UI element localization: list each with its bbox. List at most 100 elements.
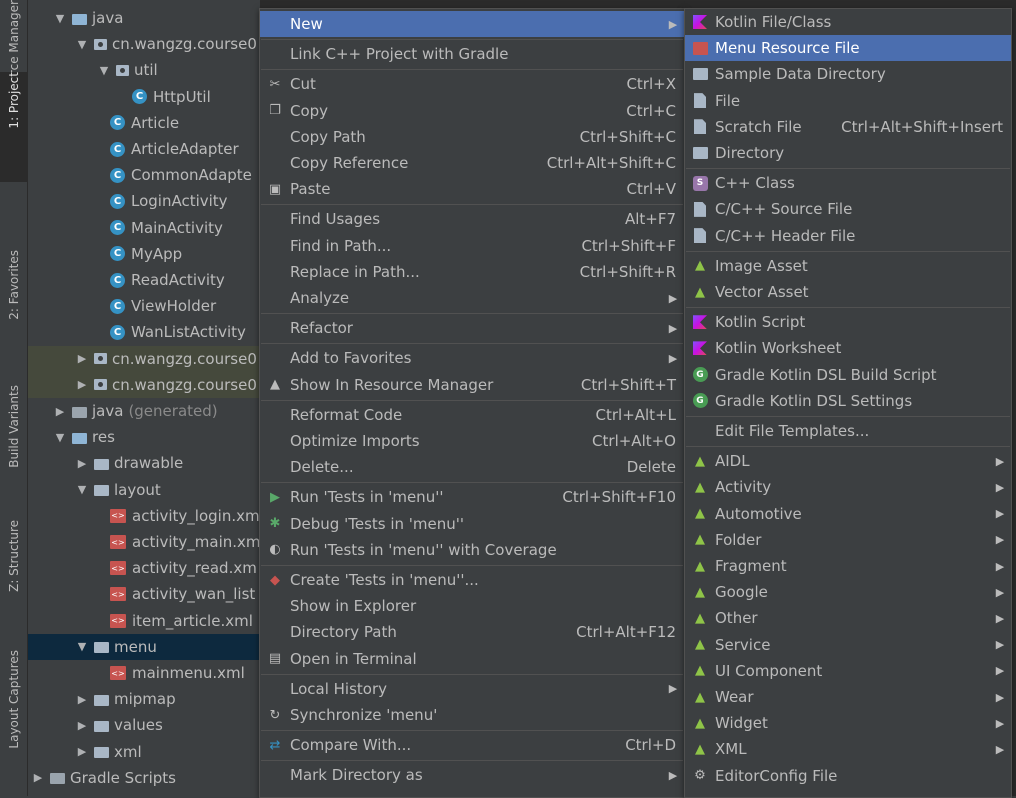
menu-item-widget[interactable]: ▲ Widget ▶ [685, 710, 1011, 736]
tree-row[interactable]: <> activity_wan_list [28, 581, 260, 607]
tool-tab-build-variants[interactable]: Build Variants [0, 385, 27, 495]
tool-tab-2-favorites[interactable]: 2: Favorites [0, 250, 27, 360]
menu-item-editorconfig-file[interactable]: ⚙ EditorConfig File [685, 763, 1011, 789]
expand-arrow-icon[interactable]: ▼ [76, 483, 88, 496]
tree-row[interactable]: ▼ util [28, 57, 260, 83]
menu-item-copy-reference[interactable]: Copy Reference Ctrl+Alt+Shift+C [260, 150, 684, 176]
tree-row[interactable]: ▼ menu [28, 633, 260, 660]
menu-item-sample-data-directory[interactable]: Sample Data Directory [685, 61, 1011, 87]
tree-row[interactable]: ▼ layout [28, 477, 260, 503]
menu-item-menu-resource-file[interactable]: Menu Resource File [685, 35, 1011, 62]
menu-item-automotive[interactable]: ▲ Automotive ▶ [685, 501, 1011, 527]
menu-item-edit-file-templates[interactable]: Edit File Templates... [685, 418, 1011, 444]
menu-item-image-asset[interactable]: ▲ Image Asset [685, 253, 1011, 279]
tree-row[interactable]: ▶ drawable [28, 450, 260, 476]
tree-row[interactable]: C ReadActivity [28, 267, 260, 293]
tree-row[interactable]: ▶ xml [28, 739, 260, 765]
tool-tab-1-project[interactable]: 1: Project [0, 72, 27, 182]
menu-item-local-history[interactable]: Local History ▶ [260, 676, 684, 702]
tree-row[interactable]: C CommonAdapte [28, 162, 260, 188]
menu-item-find-usages[interactable]: Find Usages Alt+F7 [260, 206, 684, 232]
expand-arrow-icon[interactable]: ▼ [54, 12, 66, 25]
menu-item-folder[interactable]: ▲ Folder ▶ [685, 527, 1011, 553]
menu-item-wear[interactable]: ▲ Wear ▶ [685, 684, 1011, 710]
menu-item-show-in-explorer[interactable]: Show in Explorer [260, 593, 684, 619]
menu-item-optimize-imports[interactable]: Optimize Imports Ctrl+Alt+O [260, 428, 684, 454]
menu-item-activity[interactable]: ▲ Activity ▶ [685, 474, 1011, 500]
tool-tab-z-structure[interactable]: Z: Structure [0, 520, 27, 630]
expand-arrow-icon[interactable]: ▼ [76, 640, 88, 653]
tree-row[interactable]: C MainActivity [28, 215, 260, 241]
tree-row[interactable]: ▶ cn.wangzg.course0 [28, 371, 260, 398]
expand-arrow-icon[interactable]: ▶ [76, 352, 88, 365]
menu-item-file[interactable]: File [685, 88, 1011, 114]
expand-arrow-icon[interactable]: ▼ [98, 64, 110, 77]
menu-item-delete[interactable]: Delete... Delete [260, 454, 684, 480]
tree-row[interactable]: <> mainmenu.xml [28, 660, 260, 686]
expand-arrow-icon[interactable]: ▼ [76, 38, 88, 51]
menu-item-google[interactable]: ▲ Google ▶ [685, 579, 1011, 605]
menu-item-debug-tests-in-menu[interactable]: ✱ Debug 'Tests in 'menu'' [260, 511, 684, 537]
expand-arrow-icon[interactable]: ▶ [76, 457, 88, 470]
expand-arrow-icon[interactable]: ▶ [76, 719, 88, 732]
menu-item-scratch-file[interactable]: Scratch File Ctrl+Alt+Shift+Insert [685, 114, 1011, 140]
tree-row[interactable]: <> item_article.xml [28, 608, 260, 634]
menu-item-link-c-project-with-gradle[interactable]: Link C++ Project with Gradle [260, 41, 684, 67]
menu-item-copy[interactable]: ❐ Copy Ctrl+C [260, 98, 684, 124]
menu-item-c-c-header-file[interactable]: C/C++ Header File [685, 223, 1011, 249]
tree-row[interactable]: <> activity_read.xm [28, 555, 260, 581]
tree-row[interactable]: C HttpUtil [28, 84, 260, 110]
menu-item-c-class[interactable]: S C++ Class [685, 170, 1011, 196]
menu-item-kotlin-script[interactable]: Kotlin Script [685, 309, 1011, 335]
menu-item-aidl[interactable]: ▲ AIDL ▶ [685, 448, 1011, 474]
expand-arrow-icon[interactable]: ▶ [76, 693, 88, 706]
tree-row[interactable]: C ViewHolder [28, 293, 260, 319]
tree-row[interactable]: ▶ mipmap [28, 686, 260, 712]
menu-item-fragment[interactable]: ▲ Fragment ▶ [685, 553, 1011, 579]
tool-tab-layout-captures[interactable]: Layout Captures [0, 650, 27, 760]
tree-row[interactable]: ▶ values [28, 712, 260, 738]
tree-row[interactable]: C WanListActivity [28, 319, 260, 345]
tree-row[interactable]: ▶ Gradle Scripts [28, 765, 260, 791]
tree-row[interactable]: <> activity_main.xm [28, 529, 260, 555]
menu-item-other[interactable]: ▲ Other ▶ [685, 605, 1011, 631]
menu-item-gradle-kotlin-dsl-build-script[interactable]: G Gradle Kotlin DSL Build Script [685, 362, 1011, 388]
expand-arrow-icon[interactable]: ▼ [54, 431, 66, 444]
menu-item-find-in-path[interactable]: Find in Path... Ctrl+Shift+F [260, 233, 684, 259]
menu-item-cut[interactable]: ✂ Cut Ctrl+X [260, 71, 684, 97]
menu-item-analyze[interactable]: Analyze ▶ [260, 285, 684, 311]
tree-row[interactable]: C LoginActivity [28, 188, 260, 214]
expand-arrow-icon[interactable]: ▶ [32, 771, 44, 784]
menu-item-vector-asset[interactable]: ▲ Vector Asset [685, 279, 1011, 305]
menu-item-replace-in-path[interactable]: Replace in Path... Ctrl+Shift+R [260, 259, 684, 285]
tree-row[interactable]: ▶ java (generated) [28, 398, 260, 424]
menu-item-copy-path[interactable]: Copy Path Ctrl+Shift+C [260, 124, 684, 150]
menu-item-mark-directory-as[interactable]: Mark Directory as ▶ [260, 762, 684, 788]
menu-item-directory[interactable]: Directory [685, 140, 1011, 166]
tree-row[interactable]: C MyApp [28, 241, 260, 267]
menu-item-add-to-favorites[interactable]: Add to Favorites ▶ [260, 345, 684, 371]
menu-item-reformat-code[interactable]: Reformat Code Ctrl+Alt+L [260, 402, 684, 428]
menu-item-run-tests-in-menu-with-coverage[interactable]: ◐ Run 'Tests in 'menu'' with Coverage [260, 537, 684, 563]
menu-item-xml[interactable]: ▲ XML ▶ [685, 736, 1011, 762]
expand-arrow-icon[interactable]: ▶ [76, 378, 88, 391]
menu-item-ui-component[interactable]: ▲ UI Component ▶ [685, 658, 1011, 684]
expand-arrow-icon[interactable]: ▶ [54, 405, 66, 418]
tree-row[interactable]: C Article [28, 110, 260, 136]
menu-item-service[interactable]: ▲ Service ▶ [685, 632, 1011, 658]
menu-item-c-c-source-file[interactable]: C/C++ Source File [685, 196, 1011, 222]
menu-item-run-tests-in-menu[interactable]: ▶ Run 'Tests in 'menu'' Ctrl+Shift+F10 [260, 484, 684, 510]
menu-item-directory-path[interactable]: Directory Path Ctrl+Alt+F12 [260, 619, 684, 645]
menu-item-compare-with[interactable]: ⇄ Compare With... Ctrl+D [260, 732, 684, 758]
menu-item-paste[interactable]: ▣ Paste Ctrl+V [260, 176, 684, 202]
tree-row[interactable]: ▼ java [28, 5, 260, 31]
tree-row[interactable]: ▼ cn.wangzg.course0 [28, 31, 260, 57]
menu-item-synchronize-menu[interactable]: ↻ Synchronize 'menu' [260, 702, 684, 728]
menu-item-refactor[interactable]: Refactor ▶ [260, 315, 684, 341]
menu-item-open-in-terminal[interactable]: ▤ Open in Terminal [260, 646, 684, 672]
menu-item-create-tests-in-menu[interactable]: ◆ Create 'Tests in 'menu''... [260, 567, 684, 593]
menu-item-kotlin-worksheet[interactable]: Kotlin Worksheet [685, 335, 1011, 361]
menu-item-show-in-resource-manager[interactable]: ▲ Show In Resource Manager Ctrl+Shift+T [260, 372, 684, 398]
tree-row[interactable]: ▶ cn.wangzg.course0 [28, 345, 260, 372]
menu-item-gradle-kotlin-dsl-settings[interactable]: G Gradle Kotlin DSL Settings [685, 388, 1011, 414]
